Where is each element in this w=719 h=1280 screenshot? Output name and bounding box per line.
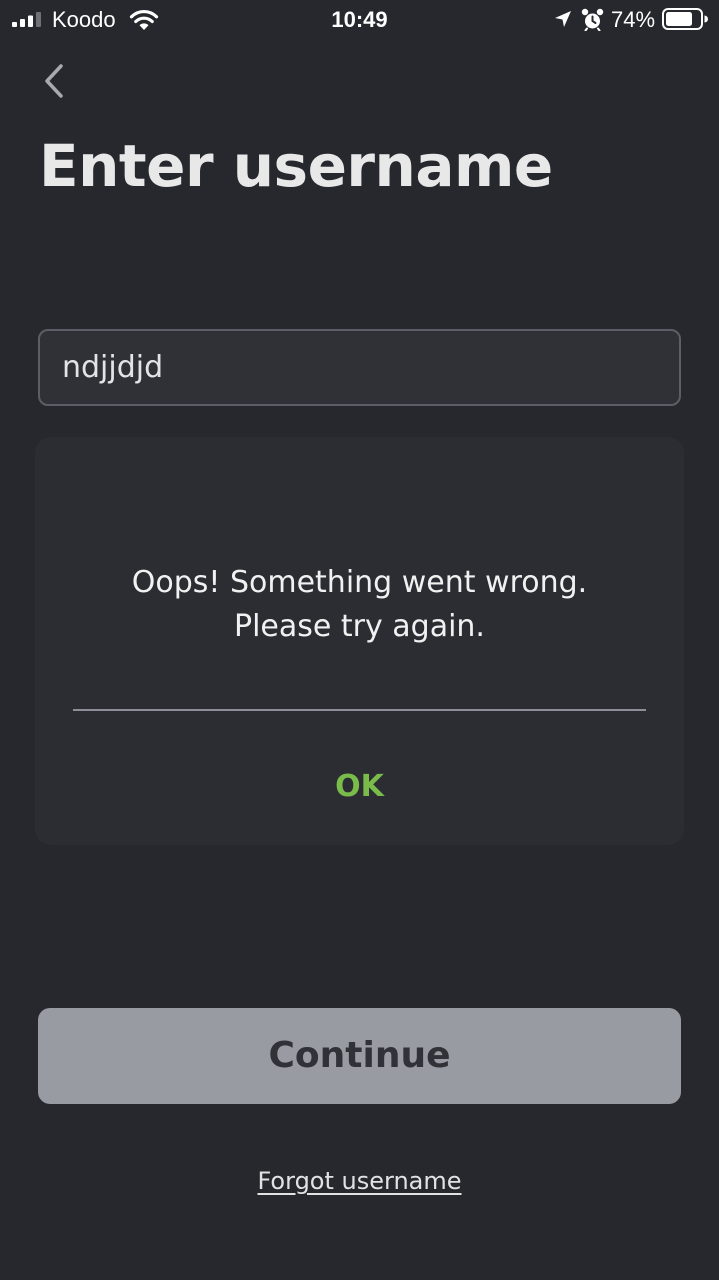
status-bar: Koodo 10:49 74% xyxy=(0,0,719,40)
page-title: Enter username xyxy=(39,132,553,200)
location-icon xyxy=(555,11,571,27)
username-input[interactable] xyxy=(38,329,681,406)
ok-button-label: OK xyxy=(335,769,384,804)
battery-icon xyxy=(662,8,708,30)
continue-button[interactable]: Continue xyxy=(38,1008,681,1104)
back-button[interactable] xyxy=(32,58,76,104)
battery-percentage: 74% xyxy=(611,7,656,32)
error-message: Oops! Something went wrong. Please try a… xyxy=(131,565,588,644)
ok-button[interactable]: OK xyxy=(35,747,684,827)
forgot-username-row: Forgot username xyxy=(0,1164,719,1198)
error-dialog: Oops! Something went wrong. Please try a… xyxy=(35,437,684,845)
forgot-username-link[interactable]: Forgot username xyxy=(257,1167,461,1195)
dialog-divider xyxy=(73,709,646,711)
alarm-icon xyxy=(581,8,604,31)
chevron-left-icon xyxy=(45,64,63,98)
